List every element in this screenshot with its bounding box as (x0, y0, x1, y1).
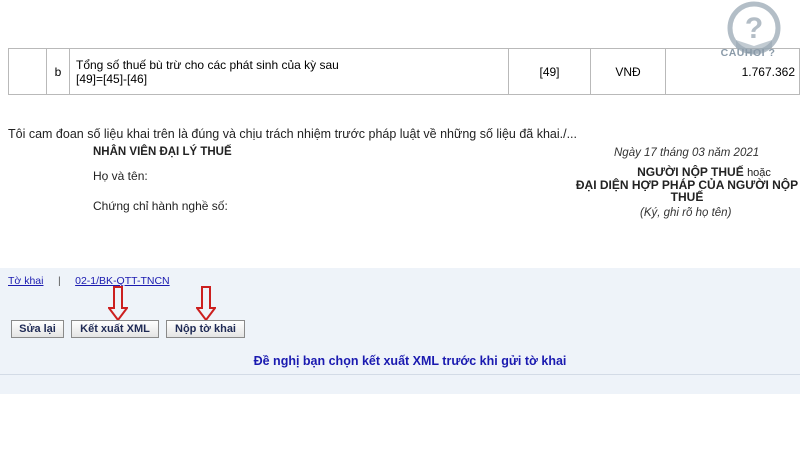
agent-title: NHÂN VIÊN ĐẠI LÝ THUẾ (93, 146, 232, 158)
arrow-down-icon (196, 286, 216, 322)
row-letter: b (46, 48, 70, 95)
panel-divider (0, 374, 800, 375)
submit-declaration-button[interactable]: Nộp tờ khai (166, 320, 245, 338)
tax-table: b Tổng số thuế bù trừ cho các phát sinh … (8, 48, 800, 95)
taxpayer-block: NGƯỜI NỘP THUẾ hoặc ĐẠI DIỆN HỢP PHÁP CỦ… (572, 166, 800, 203)
row-unit: VNĐ (590, 48, 666, 95)
watermark-symbol: ? (745, 12, 763, 45)
export-notice: Đề nghị bạn chọn kết xuất XML trước khi … (253, 354, 567, 368)
export-xml-button[interactable]: Kết xuất XML (71, 320, 159, 338)
tab-separator: | (57, 275, 61, 287)
table-cell-empty (8, 48, 47, 95)
edit-button[interactable]: Sửa lại (11, 320, 64, 338)
row-description-line1: Tổng số thuế bù trừ cho các phát sinh củ… (76, 57, 339, 72)
arrow-down-icon (108, 286, 128, 322)
certificate-label: Chứng chỉ hành nghề số: (93, 199, 228, 213)
watermark-text: CAUHOI ? (720, 47, 776, 59)
representative-line2: THUẾ (670, 190, 704, 204)
tab-to-khai[interactable]: Tờ khai (8, 275, 43, 287)
declaration-date: Ngày 17 tháng 03 năm 2021 (614, 147, 760, 159)
commitment-text: Tôi cam đoan số liệu khai trên là đúng v… (8, 127, 578, 141)
sign-note: (Ký, ghi rõ họ tên) (640, 207, 732, 219)
row-description: Tổng số thuế bù trừ cho các phát sinh củ… (69, 48, 509, 95)
name-label: Họ và tên: (93, 169, 148, 183)
row-description-line2: [49]=[45]-[46] (76, 71, 148, 86)
form-tabs: Tờ khai | 02-1/BK-QTT-TNCN (8, 271, 170, 289)
table-row: b Tổng số thuế bù trừ cho các phát sinh … (8, 48, 800, 95)
taxpayer-title: NGƯỜI NỘP THUẾ (637, 165, 744, 179)
row-code: [49] (508, 48, 591, 95)
